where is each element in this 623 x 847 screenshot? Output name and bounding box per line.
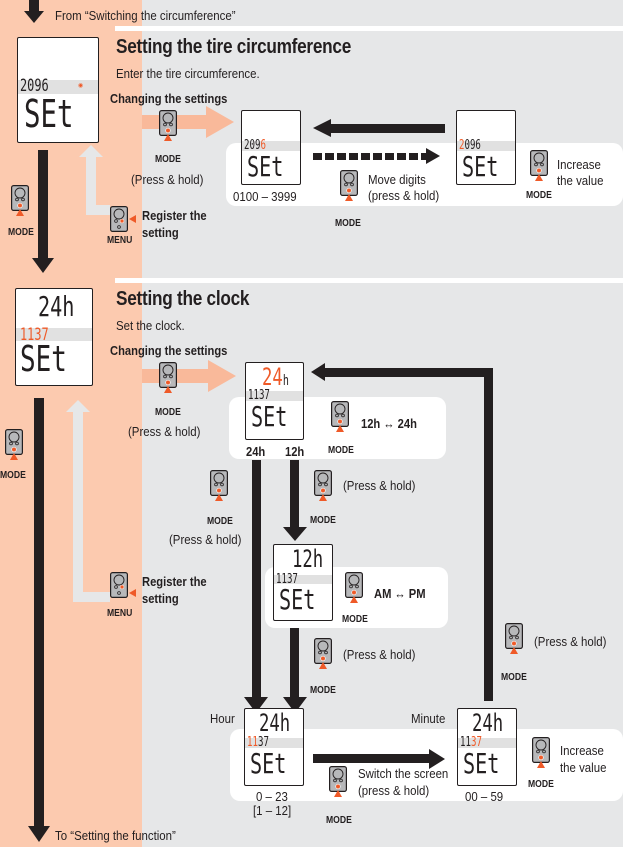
tire-section-title: Setting the tire circumference <box>116 36 352 58</box>
increase-label: Increase <box>560 743 604 758</box>
mode-button-icon[interactable] <box>159 110 177 136</box>
switch-screen-arrow <box>313 754 431 763</box>
arrow-24h-down <box>252 460 261 700</box>
mode-label: MODE <box>310 515 336 526</box>
mode-button-icon[interactable] <box>532 737 550 763</box>
lcd-clock-main: 24h 1137 SEt <box>15 288 93 386</box>
hour-range-12h: [1 – 12] <box>253 803 292 818</box>
unit-icon: ◉ <box>78 83 84 89</box>
enter-arrow <box>142 369 212 383</box>
mode-button-icon[interactable] <box>314 638 332 664</box>
tire-changing-settings: Changing the settings <box>110 91 228 106</box>
mode-button-icon[interactable] <box>159 362 177 388</box>
increase-label: Increase <box>557 157 601 172</box>
mode-button-icon[interactable] <box>345 572 363 598</box>
move-digits-label: Move digits <box>368 172 426 187</box>
ampm-toggle-label: AM ↔ PM <box>374 586 426 601</box>
mode-label: MODE <box>501 672 527 683</box>
arrow-ampm-down <box>290 626 299 698</box>
loop-arrow-right <box>484 368 493 701</box>
mode-label: MODE <box>528 779 554 790</box>
lcd-clock-hour: 24h 1137 SEt <box>244 708 304 786</box>
lcd-tire-edit-a: 2096 SEt <box>241 110 301 185</box>
mode-button-icon[interactable] <box>210 470 228 496</box>
lcd-tire-edit-b: 2096 SEt <box>456 110 516 185</box>
clock-section-title: Setting the clock <box>116 288 250 310</box>
mode-button-icon[interactable] <box>314 470 332 496</box>
switch-screen-label-2: (press & hold) <box>358 783 430 798</box>
return-arrow <box>73 410 83 602</box>
mode-label: MODE <box>526 190 552 201</box>
back-arrow <box>330 124 445 133</box>
mode-button-icon[interactable] <box>505 623 523 649</box>
flow-arrow-down-left-2 <box>34 398 44 828</box>
mode-button-icon[interactable] <box>530 150 548 176</box>
mode-label: MODE <box>310 685 336 696</box>
clock-subtitle: Set the clock. <box>116 318 185 333</box>
mode-label: MODE <box>155 407 181 418</box>
from-note: From “Switching the circumference” <box>55 8 236 23</box>
arrow-12h-down <box>290 460 299 530</box>
range-label: 0100 – 3999 <box>233 189 297 204</box>
minute-label: Minute <box>411 711 446 726</box>
mode-label: MODE <box>207 516 233 527</box>
mode-button-icon[interactable] <box>340 170 358 196</box>
mode-label: MODE <box>328 445 354 456</box>
move-digits-label-2: (press & hold) <box>368 188 440 203</box>
menu-label: MENU <box>107 608 133 619</box>
minute-range: 00 – 59 <box>465 789 504 804</box>
mode-label: MODE <box>326 815 352 826</box>
tire-subtitle: Enter the tire circumference. <box>116 66 260 81</box>
clock-changing-settings: Changing the settings <box>110 343 228 358</box>
loop-arrow-top <box>320 368 493 377</box>
menu-label: MENU <box>107 235 133 246</box>
toggle-12-24-label: 12h ↔ 24h <box>361 416 417 431</box>
flow-arrow-down-left-1 <box>38 150 48 260</box>
menu-button-icon[interactable] <box>110 206 128 232</box>
press-hold-label: (Press & hold) <box>169 532 242 547</box>
press-hold-label: (Press & hold) <box>343 478 416 493</box>
lcd-tire-main: 2096 ◉ SEt <box>17 37 99 143</box>
increase-label-2: the value <box>557 173 604 188</box>
label-24h: 24h <box>246 444 266 459</box>
menu-button-icon[interactable] <box>110 572 128 598</box>
switch-screen-label: Switch the screen <box>358 766 449 781</box>
register-label-2: setting <box>142 225 179 240</box>
mode-label: MODE <box>155 154 181 165</box>
register-label-2: setting <box>142 591 179 606</box>
press-hold-label: (Press & hold) <box>128 424 201 439</box>
lcd-clock-format: 24h 1137 SEt <box>245 362 304 440</box>
mode-label: MODE <box>0 470 26 481</box>
divider-tire <box>115 26 623 31</box>
lcd-clock-minute: 24h 1137 SEt <box>457 708 517 786</box>
mode-button-icon[interactable] <box>331 401 349 427</box>
divider-clock <box>115 278 623 283</box>
label-12h: 12h <box>285 444 305 459</box>
mode-button-icon[interactable] <box>5 429 23 455</box>
arrowhead-down <box>32 258 54 273</box>
arrowhead-down <box>28 826 50 842</box>
mode-button-icon[interactable] <box>329 766 347 792</box>
hour-label: Hour <box>210 711 235 726</box>
mode-label: MODE <box>8 227 34 238</box>
press-hold-label: (Press & hold) <box>131 172 204 187</box>
move-digits-arrow <box>313 153 428 160</box>
down-arrowhead <box>24 11 44 23</box>
mode-label: MODE <box>335 218 361 229</box>
to-note: To “Setting the function” <box>55 828 176 843</box>
mode-label: MODE <box>342 614 368 625</box>
press-hold-label: (Press & hold) <box>534 634 607 649</box>
increase-label-2: the value <box>560 760 607 775</box>
lcd-clock-ampm: 12h 1137 SEt <box>273 544 333 621</box>
mode-button-icon[interactable] <box>11 185 29 211</box>
register-label: Register the <box>142 574 207 589</box>
register-label: Register the <box>142 208 207 223</box>
press-hold-label: (Press & hold) <box>343 647 416 662</box>
